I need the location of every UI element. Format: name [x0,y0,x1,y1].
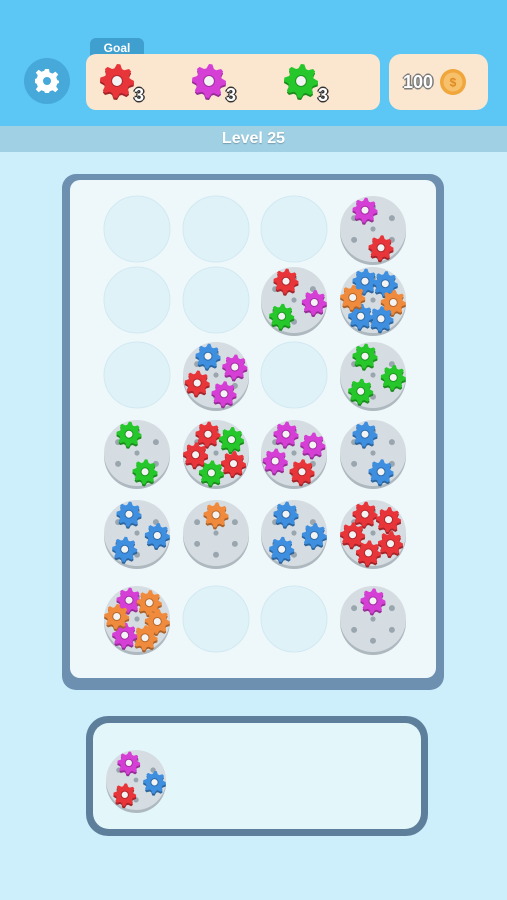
empty-slot[interactable] [103,341,171,409]
coin-counter[interactable]: 100 $ [389,54,488,110]
center-peg [370,226,376,232]
empty-slot[interactable] [260,195,328,263]
peg [388,605,395,612]
top-bar: Goal 3 3 3 100 $ [0,0,507,126]
goal-panel: 3 3 3 [86,54,380,110]
peg [194,540,201,547]
center-peg [133,777,139,783]
center-peg [213,530,219,536]
empty-slot[interactable] [182,266,250,334]
goal-item-green: 3 [280,60,328,108]
peg [152,439,159,446]
level-label: Level 25 [0,126,507,152]
holding-tray [86,716,428,836]
red-gear-icon [100,64,134,100]
gear-board [62,174,444,690]
center-peg [370,372,376,378]
center-peg [213,450,219,456]
goal-item-red: 3 [96,60,144,108]
green-gear-icon [284,64,318,100]
peg [351,626,358,633]
settings-button[interactable] [24,58,70,104]
empty-slot[interactable] [182,585,250,653]
empty-slot[interactable] [182,195,250,263]
gear-shape [192,64,226,100]
peg [388,439,395,446]
peg [213,551,219,558]
empty-slot[interactable] [103,195,171,263]
center-peg [134,530,140,536]
peg [351,236,358,243]
empty-slot[interactable] [260,341,328,409]
center-peg [370,530,376,536]
center-peg [370,297,376,303]
center-peg [291,297,297,303]
empty-slot[interactable] [260,585,328,653]
peg [231,540,238,547]
center-peg [291,530,297,536]
peg [115,460,122,467]
goal-count: 3 [133,85,144,105]
peg [370,637,376,644]
empty-slot[interactable] [103,266,171,334]
goal-count: 3 [317,85,328,105]
peg [194,519,201,526]
goal-item-magenta: 3 [188,60,236,108]
center-peg [370,450,376,456]
center-peg [134,616,140,622]
peg [388,215,395,222]
peg [351,605,358,612]
coin-icon: $ [440,69,467,95]
magenta-gear-icon [192,64,226,100]
center-peg [213,372,219,378]
center-peg [134,450,140,456]
gear-shape [100,64,134,100]
center-peg [291,450,297,456]
goal-count: 3 [225,85,236,105]
gear-shape [284,64,318,100]
peg [388,626,395,633]
center-peg [370,616,376,622]
peg [351,460,358,467]
gear-icon [35,69,59,93]
coin-amount: 100 [403,71,434,92]
svg-text:$: $ [450,76,457,90]
peg [231,519,238,526]
